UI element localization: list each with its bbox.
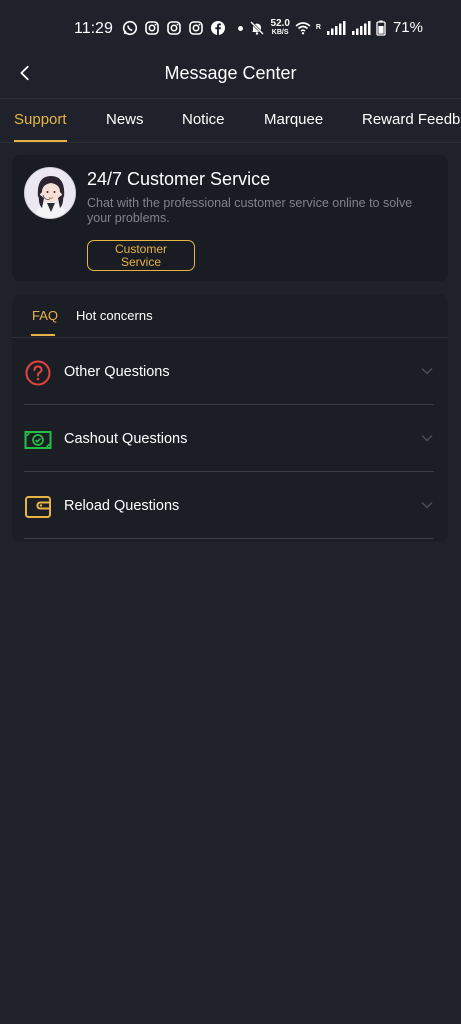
tab-hot-concerns[interactable]: Hot concerns (76, 308, 153, 323)
wallet-icon (24, 493, 52, 521)
mute-icon (249, 20, 265, 36)
page-title: Message Center (164, 62, 297, 83)
faq-tabs: FAQ Hot concerns (12, 294, 448, 338)
net-speed-unit: KB/S (271, 29, 289, 36)
faq-item-other-questions[interactable]: Other Questions (24, 338, 434, 405)
tab-news[interactable]: News (106, 111, 144, 128)
net-speed: 52.0 KB/S (270, 18, 290, 37)
chevron-down-icon (420, 498, 434, 512)
tab-marquee[interactable]: Marquee (264, 111, 323, 128)
agent-avatar (24, 167, 76, 219)
battery-icon (376, 20, 386, 36)
facebook-icon (210, 20, 226, 36)
faq-item-label: Cashout Questions (64, 431, 188, 447)
customer-service-description: Chat with the professional customer serv… (87, 196, 413, 225)
question-circle-icon (24, 359, 52, 387)
customer-service-card: 24/7 Customer Service Chat with the prof… (12, 155, 448, 281)
tab-support[interactable]: Support (14, 111, 67, 128)
notification-dot (238, 25, 243, 31)
tab-reward-feedback[interactable]: Reward Feedb (362, 111, 460, 128)
customer-service-button-line2: Service (120, 254, 161, 269)
chevron-down-icon (420, 364, 434, 378)
faq-card: FAQ Hot concerns Other Questions Cashout… (12, 294, 448, 542)
signal-icon (326, 20, 346, 36)
chevron-left-icon (20, 65, 29, 81)
instagram-icon (166, 20, 182, 36)
status-time: 11:29 (74, 20, 113, 37)
wifi-icon (295, 20, 311, 36)
customer-service-button-label: Customer Service (114, 241, 167, 269)
faq-item-label: Other Questions (64, 364, 170, 380)
faq-item-cashout-questions[interactable]: Cashout Questions (24, 405, 434, 472)
roaming-indicator: R (315, 24, 321, 31)
customer-service-title: 24/7 Customer Service (87, 169, 271, 189)
battery-percent: 71% (392, 19, 423, 36)
notification-icons (122, 20, 249, 36)
category-tabs: Support News Notice Marquee Reward Feedb (0, 98, 461, 143)
instagram-icon (144, 20, 160, 36)
instagram-icon (188, 20, 204, 36)
system-icons: 52.0 KB/S R 71% (249, 19, 423, 36)
net-speed-value: 52.0 (270, 18, 290, 29)
faq-item-label: Reload Questions (64, 498, 180, 514)
active-tab-indicator (14, 140, 67, 142)
app-header: Message Center (0, 50, 461, 96)
faq-active-tab-indicator (31, 334, 55, 336)
whatsapp-icon (122, 20, 138, 36)
back-button[interactable] (10, 58, 40, 88)
tab-notice[interactable]: Notice (182, 111, 225, 128)
customer-service-button-line1: Customer (114, 241, 167, 256)
customer-service-button[interactable]: Customer Service (87, 240, 195, 271)
signal-icon (351, 20, 371, 36)
chevron-down-icon (420, 431, 434, 445)
faq-item-reload-questions[interactable]: Reload Questions (24, 472, 434, 539)
cash-check-icon (24, 426, 52, 454)
tab-faq[interactable]: FAQ (32, 308, 58, 323)
